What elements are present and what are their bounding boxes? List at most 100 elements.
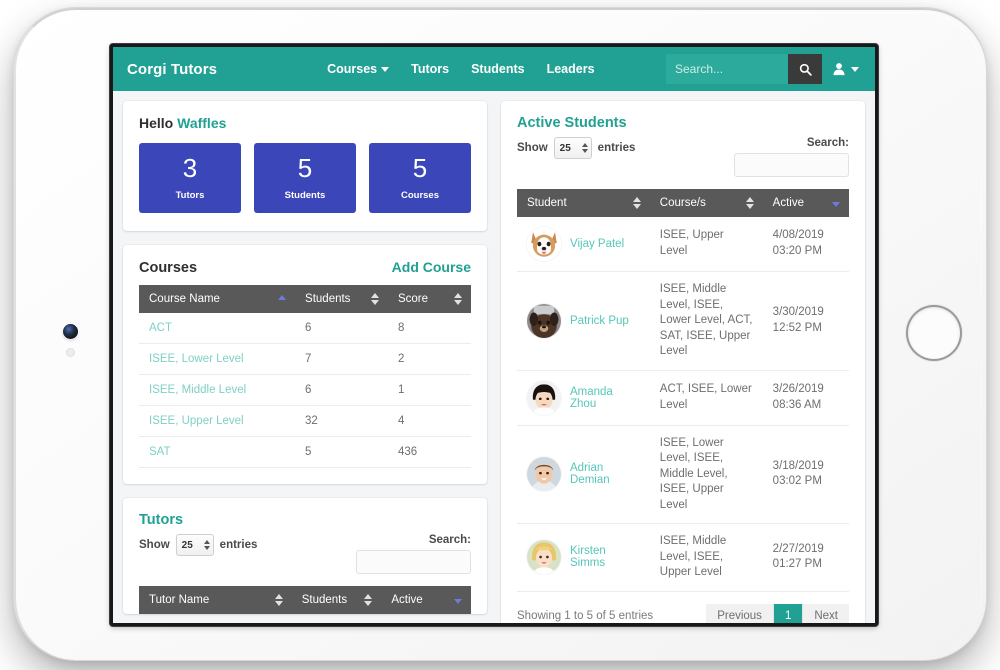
table-row: Amanda Zhou ACT, ISEE, Lower Level 3/26/… bbox=[517, 370, 849, 426]
greeting-text: Hello bbox=[139, 115, 174, 131]
sort-both-icon bbox=[364, 594, 373, 606]
pagination-next[interactable]: Next bbox=[803, 603, 849, 623]
stat-card-students-label: Students bbox=[284, 190, 326, 201]
stat-card-courses[interactable]: 5 Courses bbox=[369, 143, 471, 213]
students-table-footer: Showing 1 to 5 of 5 entries Previous 1 N… bbox=[517, 603, 849, 623]
course-name-link[interactable]: ISEE, Upper Level bbox=[139, 405, 296, 437]
app-screen: Corgi Tutors Courses Tutors Students Lea… bbox=[113, 47, 875, 623]
tutors-col-active[interactable]: Active bbox=[381, 586, 471, 614]
courses-panel: Courses Add Course Course Name Students bbox=[123, 245, 487, 484]
brand-logo[interactable]: Corgi Tutors bbox=[127, 61, 217, 78]
course-score-value: 4 bbox=[387, 405, 471, 437]
student-cell: Patrick Pup bbox=[517, 271, 650, 371]
pagination-previous[interactable]: Previous bbox=[706, 603, 774, 623]
student-active-time: 08:36 AM bbox=[772, 398, 822, 411]
courses-col-course-name-label: Course Name bbox=[149, 293, 220, 305]
screen-bezel: Corgi Tutors Courses Tutors Students Lea… bbox=[110, 44, 878, 626]
tutors-length-select[interactable]: 25 bbox=[175, 534, 214, 556]
active-students-panel: Active Students Show 25 entries Search: bbox=[501, 101, 865, 623]
sort-both-icon bbox=[454, 293, 462, 305]
student-active-date: 4/08/2019 bbox=[772, 229, 824, 242]
active-students-table: Student Course/s Active Vijay Patel ISEE… bbox=[517, 189, 849, 592]
students-length-select[interactable]: 25 bbox=[553, 137, 592, 159]
stat-card-students[interactable]: 5 Students bbox=[254, 143, 356, 213]
students-col-active-label: Active bbox=[772, 197, 804, 209]
student-cell: Kirsten Simms bbox=[517, 523, 650, 592]
student-active-value: 4/08/2019 03:20 PM bbox=[762, 217, 849, 272]
stat-card-tutors[interactable]: 3 Tutors bbox=[139, 143, 241, 213]
stat-card-students-value: 5 bbox=[297, 153, 313, 183]
sort-descending-icon bbox=[832, 197, 840, 209]
nav-link-leaders[interactable]: Leaders bbox=[547, 62, 595, 76]
search-input[interactable] bbox=[666, 54, 788, 84]
courses-col-course-name[interactable]: Course Name bbox=[139, 285, 296, 313]
students-table-body: Vijay Patel ISEE, Upper Level 4/08/2019 … bbox=[517, 217, 849, 592]
students-filter-control: Search: bbox=[734, 137, 849, 177]
table-row: Vijay Patel ISEE, Upper Level 4/08/2019 … bbox=[517, 217, 849, 272]
user-menu[interactable] bbox=[832, 62, 865, 76]
course-name-link[interactable]: ACT bbox=[139, 313, 296, 344]
students-col-student-label: Student bbox=[527, 197, 567, 209]
man-avatar bbox=[527, 457, 561, 492]
student-name-link[interactable]: Kirsten Simms bbox=[570, 545, 640, 569]
tutors-col-students[interactable]: Students bbox=[291, 586, 382, 614]
student-name-link[interactable]: Adrian Demian bbox=[570, 462, 640, 486]
student-courses-value: ISEE, Upper Level bbox=[649, 217, 763, 272]
students-showing-info: Showing 1 to 5 of 5 entries bbox=[517, 609, 654, 622]
table-row: ISEE, Lower Level 7 2 bbox=[139, 343, 471, 375]
students-length-control: Show 25 entries bbox=[517, 137, 635, 159]
courses-col-score[interactable]: Score bbox=[387, 285, 471, 313]
students-col-student[interactable]: Student bbox=[517, 189, 650, 217]
student-courses-value: ISEE, Middle Level, ISEE, Upper Level bbox=[649, 523, 763, 592]
tutors-header-row: Tutor Name Students Active bbox=[139, 586, 471, 614]
course-name-link[interactable]: ISEE, Middle Level bbox=[139, 374, 296, 406]
student-cell: Vijay Patel bbox=[517, 217, 650, 272]
tutors-table-head: Tutor Name Students Active bbox=[139, 586, 471, 614]
student-name-link[interactable]: Amanda Zhou bbox=[570, 386, 640, 410]
student-active-date: 3/30/2019 bbox=[772, 306, 824, 319]
tutors-length-control: Show 25 entries bbox=[139, 534, 257, 556]
students-search-input[interactable] bbox=[734, 153, 849, 177]
tutors-col-tutor-name[interactable]: Tutor Name bbox=[139, 586, 292, 614]
corgi-avatar bbox=[527, 227, 561, 261]
students-col-active[interactable]: Active bbox=[762, 189, 849, 217]
students-show-label: Show bbox=[517, 142, 548, 154]
student-cell: Amanda Zhou bbox=[517, 370, 650, 426]
course-name-link[interactable]: ISEE, Lower Level bbox=[139, 343, 296, 375]
course-score-value: 2 bbox=[387, 343, 471, 375]
page-content: Hello Waffles 3 Tutors 5 Students 5 Cour… bbox=[113, 91, 875, 623]
ambient-sensor-icon bbox=[66, 348, 75, 357]
course-score-value: 1 bbox=[387, 374, 471, 406]
woman-dark-hair-avatar bbox=[527, 380, 561, 415]
table-row: Kirsten Simms ISEE, Middle Level, ISEE, … bbox=[517, 523, 849, 592]
camera-icon bbox=[63, 324, 78, 339]
nav-link-courses[interactable]: Courses bbox=[327, 62, 390, 76]
chevron-down-icon bbox=[381, 66, 390, 72]
table-row: SAT 5 436 bbox=[139, 436, 471, 468]
courses-table-body: ACT 6 8 ISEE, Lower Level 7 2 ISEE, Midd… bbox=[139, 313, 471, 468]
student-active-date: 3/26/2019 bbox=[772, 383, 824, 396]
tutors-search-input[interactable] bbox=[356, 550, 471, 574]
students-col-courses[interactable]: Course/s bbox=[649, 189, 763, 217]
sort-ascending-icon bbox=[278, 293, 287, 305]
nav-link-students[interactable]: Students bbox=[471, 62, 524, 76]
sort-both-icon bbox=[274, 594, 283, 606]
courses-col-students-label: Students bbox=[305, 293, 351, 305]
course-students-value: 5 bbox=[295, 436, 388, 468]
course-name-link[interactable]: SAT bbox=[139, 436, 296, 468]
add-course-link[interactable]: Add Course bbox=[392, 259, 471, 275]
table-row: ACT 6 8 bbox=[139, 313, 471, 344]
nav-link-tutors[interactable]: Tutors bbox=[411, 62, 449, 76]
pagination-page-1[interactable]: 1 bbox=[773, 603, 804, 623]
courses-col-students[interactable]: Students bbox=[295, 285, 388, 313]
right-column: Active Students Show 25 entries Search: bbox=[501, 101, 865, 623]
home-button-icon[interactable] bbox=[908, 307, 960, 359]
table-row: Adrian Demian ISEE, Lower Level, ISEE, M… bbox=[517, 425, 849, 525]
tutors-col-students-label: Students bbox=[301, 594, 348, 606]
course-students-value: 32 bbox=[295, 405, 388, 437]
stat-card-tutors-value: 3 bbox=[182, 153, 198, 183]
student-name-link[interactable]: Vijay Patel bbox=[570, 238, 624, 250]
search-button[interactable] bbox=[788, 54, 822, 84]
table-row: Patrick Pup ISEE, Middle Level, ISEE, Lo… bbox=[517, 271, 849, 371]
student-name-link[interactable]: Patrick Pup bbox=[570, 315, 629, 327]
